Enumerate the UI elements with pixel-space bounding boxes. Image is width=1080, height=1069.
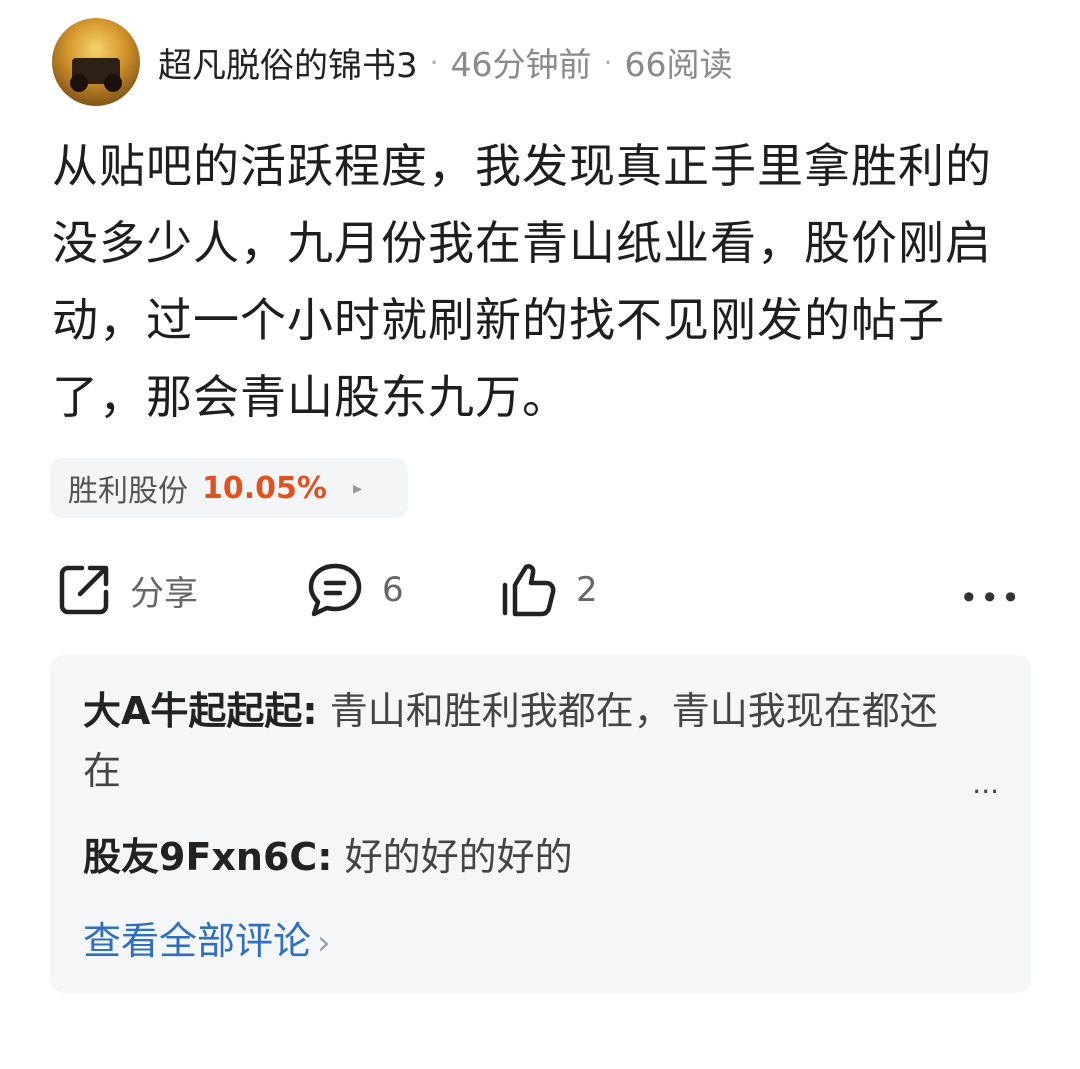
comment-button[interactable]: 6 bbox=[306, 555, 404, 625]
chevron-right-icon: › bbox=[317, 923, 331, 963]
like-count: 2 bbox=[576, 570, 598, 610]
thumbs-up-icon bbox=[502, 564, 556, 617]
avatar-wheel-shape bbox=[104, 74, 122, 92]
comment-more-icon[interactable]: ... bbox=[972, 767, 999, 800]
post-body[interactable]: 从贴吧的活跃程度，我发现真正手里拿胜利的没多少人，九月份我在青山纸业看，股价刚启… bbox=[52, 128, 1037, 436]
stock-change: 10.05% bbox=[202, 470, 327, 506]
post-meta: 超凡脱俗的锦书3 · 46分钟前 · 66阅读 bbox=[158, 38, 732, 87]
comment-preview: 大A牛起起起: 青山和胜利我都在，青山我现在都还在 ... 股友9Fxn6C: … bbox=[50, 655, 1031, 993]
more-options-icon[interactable]: ••• bbox=[959, 579, 1022, 617]
comment-user[interactable]: 大A牛起起起 bbox=[83, 689, 302, 733]
comment-item[interactable]: 大A牛起起起: 青山和胜利我都在，青山我现在都还在 bbox=[83, 681, 963, 801]
view-all-label: 查看全部评论 bbox=[83, 919, 312, 963]
share-button[interactable]: 分享 bbox=[56, 555, 198, 625]
comment-user[interactable]: 股友9Fxn6C bbox=[83, 835, 317, 879]
stock-chip[interactable]: 胜利股份 10.05% ▸ bbox=[50, 458, 408, 518]
post-header: 超凡脱俗的锦书3 · 46分钟前 · 66阅读 bbox=[52, 18, 732, 106]
avatar-wheel-shape bbox=[70, 74, 88, 92]
comment-colon: : bbox=[317, 835, 333, 879]
post-time: 46分钟前 bbox=[450, 45, 592, 84]
view-all-comments-link[interactable]: 查看全部评论 › bbox=[83, 911, 331, 973]
share-icon bbox=[59, 565, 109, 615]
comment-text: 好的好的好的 bbox=[344, 835, 573, 879]
play-arrow-icon: ▸ bbox=[352, 477, 362, 499]
comment-item[interactable]: 股友9Fxn6C: 好的好的好的 bbox=[83, 827, 573, 887]
meta-separator: · bbox=[603, 45, 613, 79]
meta-separator: · bbox=[429, 45, 439, 79]
comment-icon bbox=[308, 563, 362, 617]
comment-colon: : bbox=[302, 689, 318, 733]
avatar[interactable] bbox=[52, 18, 140, 106]
stock-name: 胜利股份 bbox=[68, 474, 188, 509]
author-name[interactable]: 超凡脱俗的锦书3 bbox=[158, 38, 418, 87]
like-button[interactable]: 2 bbox=[500, 555, 598, 625]
comment-count: 6 bbox=[382, 570, 404, 610]
read-count: 66阅读 bbox=[624, 45, 733, 84]
share-label: 分享 bbox=[130, 573, 198, 614]
action-bar: 分享 6 2 ••• bbox=[0, 555, 1080, 625]
